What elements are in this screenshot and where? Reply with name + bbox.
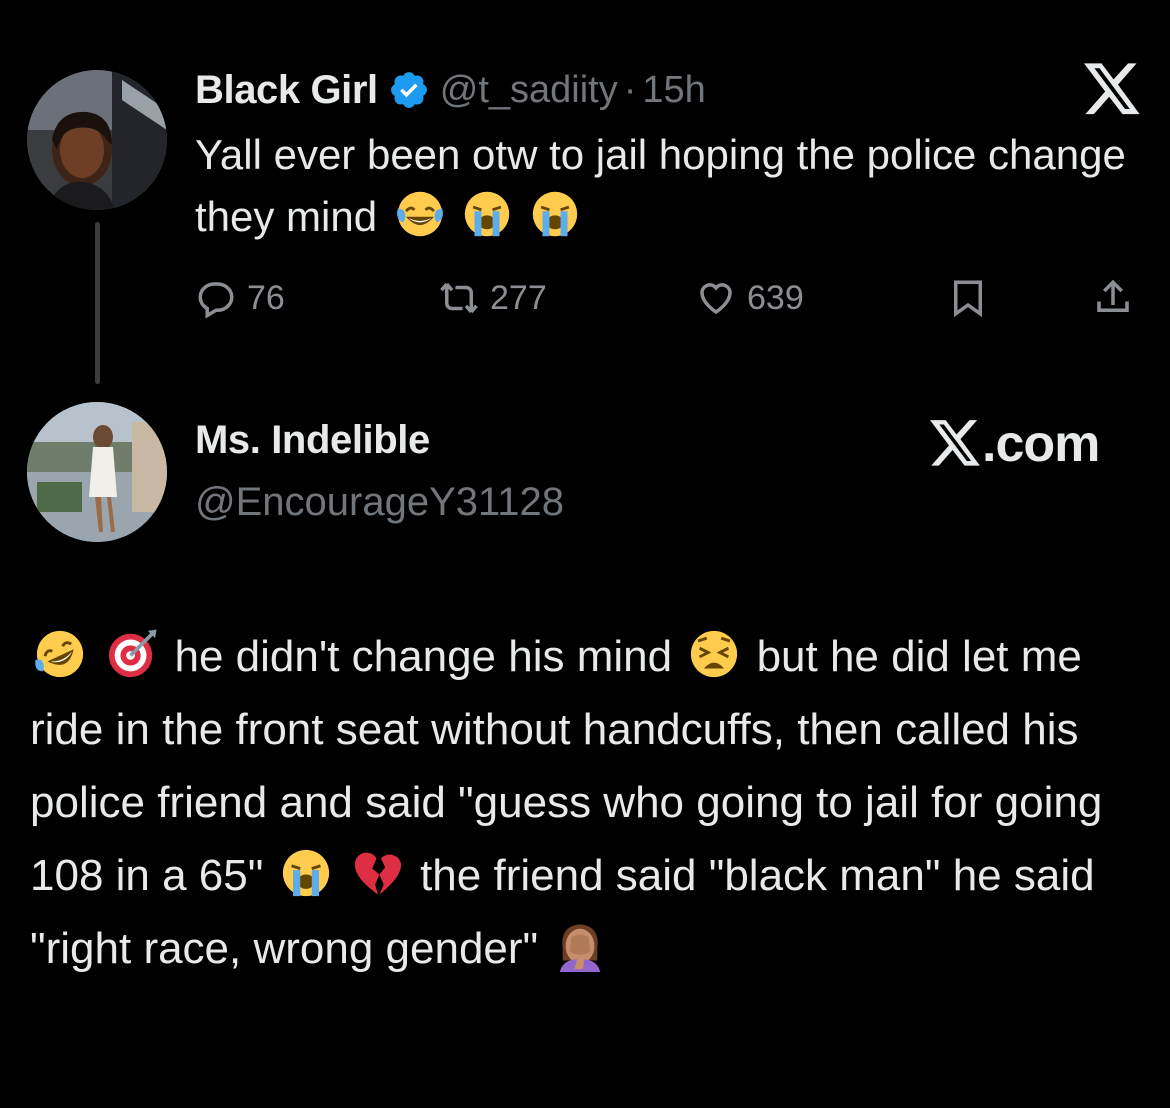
reply-author-name[interactable]: Ms. Indelible <box>195 418 430 463</box>
tweet-screenshot: Black Girl @t_sadiity · 15h Yall ever be… <box>0 0 1170 1108</box>
tweet-text-content: Yall ever been otw to jail hoping the po… <box>195 131 1126 240</box>
reply-button[interactable]: 76 <box>195 270 285 326</box>
heart-icon <box>700 283 732 315</box>
tweet-timestamp[interactable]: 15h <box>642 69 705 112</box>
tweet-header: Black Girl @t_sadiity · 15h <box>195 64 706 116</box>
avatar-black-girl[interactable] <box>27 70 167 210</box>
bookmark-icon <box>954 280 982 318</box>
like-count: 639 <box>747 278 804 317</box>
retweet-count: 277 <box>490 278 547 317</box>
retweet-button[interactable]: 277 <box>438 270 547 326</box>
reply-count: 76 <box>247 278 285 317</box>
avatar-ms-indelible[interactable] <box>27 402 167 542</box>
verified-badge-icon <box>390 72 427 108</box>
loudly-crying-face-icon <box>465 191 510 237</box>
x-com-watermark: .com <box>930 412 1100 476</box>
rolling-on-floor-laughing-icon <box>35 630 84 678</box>
tweet-action-bar: 76 277 639 <box>195 270 1145 326</box>
woman-facepalming-icon <box>560 924 601 972</box>
share-icon <box>1097 279 1129 312</box>
reply-text-segment-1: he didn't change his mind <box>174 632 673 681</box>
direct-hit-icon <box>109 629 157 678</box>
tweet-text: Yall ever been otw to jail hoping the po… <box>195 124 1135 248</box>
x-logo-icon <box>930 420 980 466</box>
loudly-crying-face-icon <box>532 191 578 237</box>
face-with-tears-of-joy-icon <box>396 191 443 237</box>
loudly-crying-face-icon <box>282 849 329 897</box>
weary-face-icon <box>691 630 738 678</box>
reply-text: he didn't change his mind but he did let… <box>30 620 1150 985</box>
x-logo-icon[interactable] <box>1084 63 1142 117</box>
broken-heart-icon <box>354 852 401 895</box>
reply-icon <box>198 282 234 319</box>
retweet-icon <box>440 282 478 314</box>
thread-connector-line <box>95 222 100 384</box>
author-name[interactable]: Black Girl <box>195 68 378 113</box>
share-button[interactable] <box>1092 270 1134 326</box>
separator-dot: · <box>623 68 637 111</box>
watermark-domain-text: .com <box>982 415 1100 473</box>
author-handle[interactable]: @t_sadiity <box>440 69 618 112</box>
reply-author-handle[interactable]: @EncourageY31128 <box>195 480 564 525</box>
like-button[interactable]: 639 <box>695 270 804 326</box>
bookmark-button[interactable] <box>947 270 989 326</box>
